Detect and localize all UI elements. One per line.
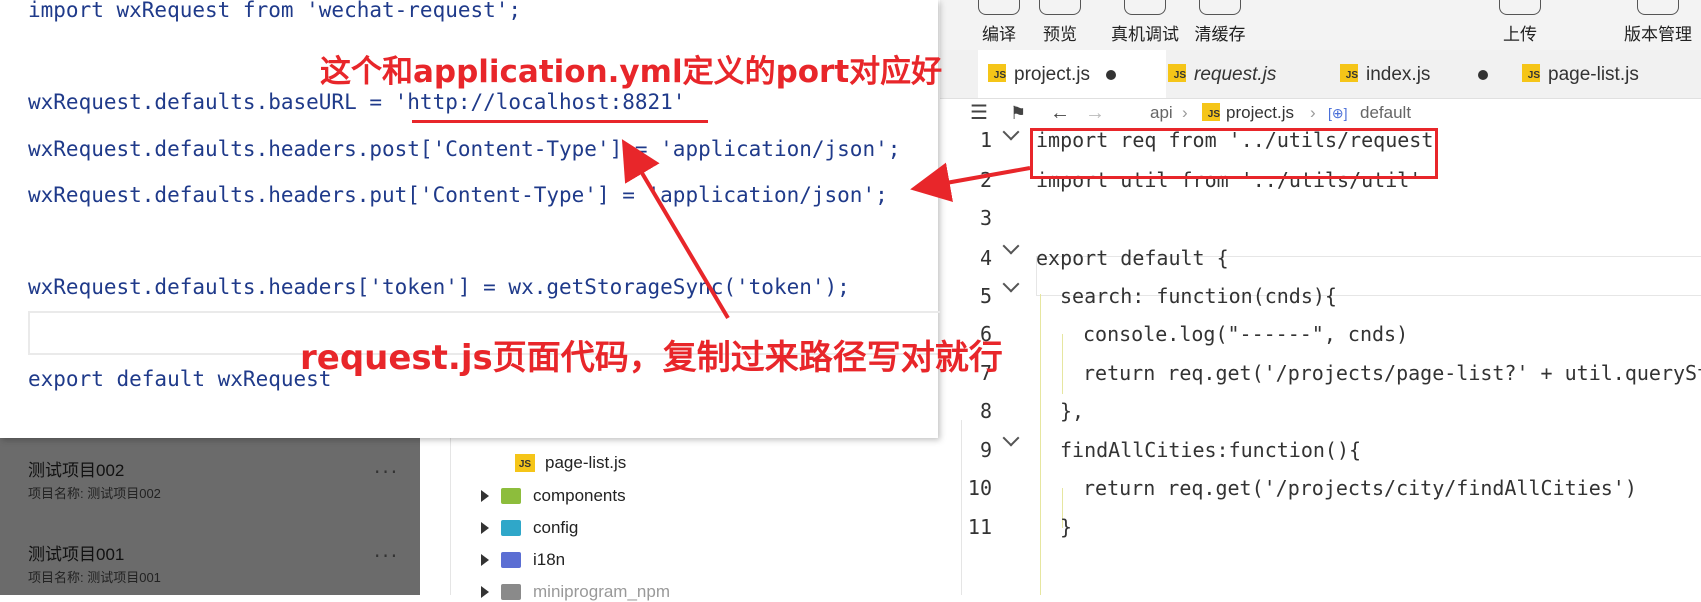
annotation-arrows (621, 139, 1031, 320)
arrow-to-popup (910, 162, 1031, 203)
arrow-to-url (621, 139, 730, 320)
